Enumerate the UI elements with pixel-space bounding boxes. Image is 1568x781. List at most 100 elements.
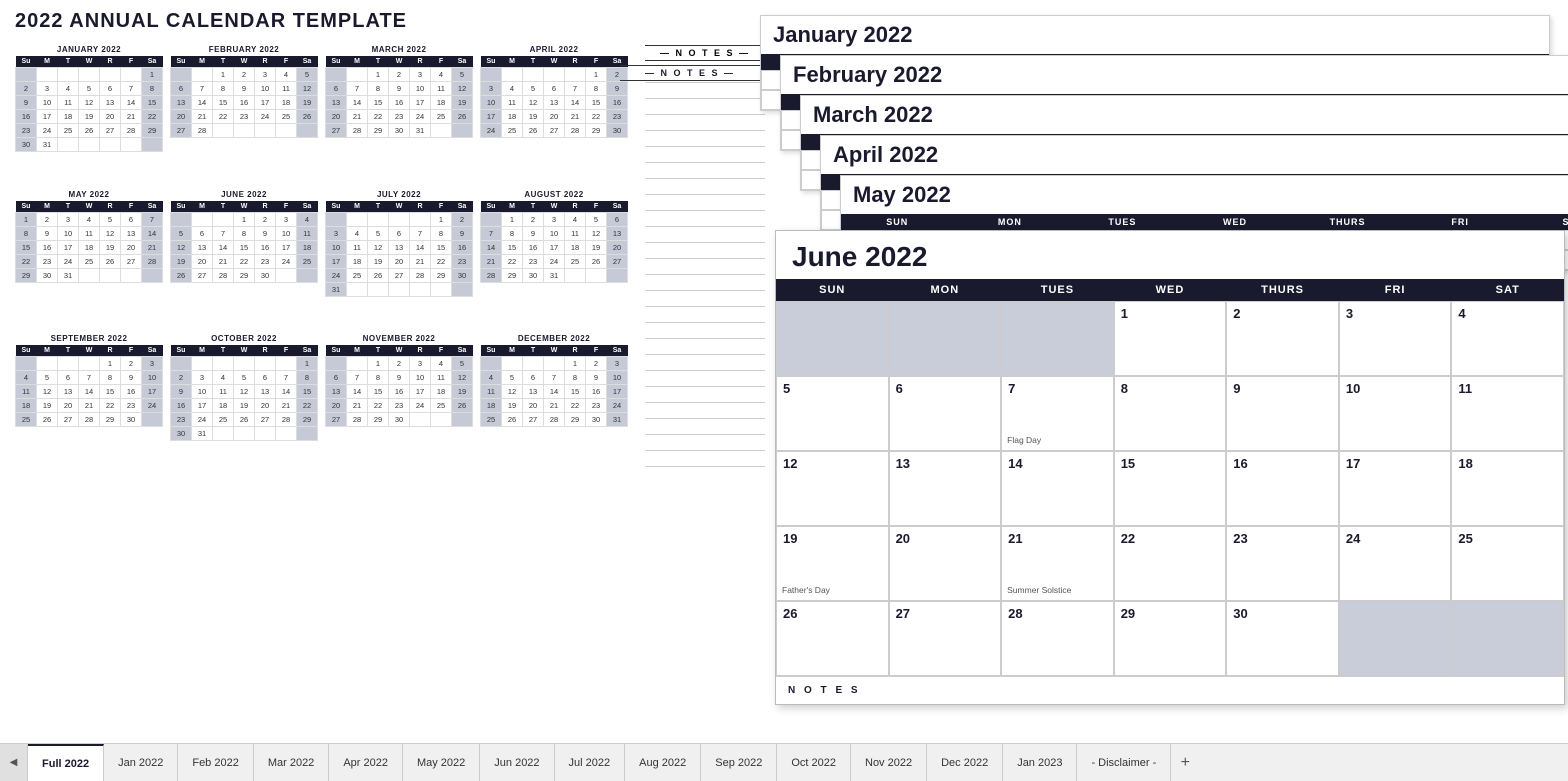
notes-line — [645, 115, 765, 131]
june-cell-number: 20 — [896, 531, 910, 546]
june-cell: 28 — [1001, 601, 1114, 676]
tab-apr-2022[interactable]: Apr 2022 — [329, 744, 403, 781]
mini-cal-cell: 28 — [142, 254, 163, 268]
mini-cal-cell: 19 — [79, 110, 100, 124]
mini-cal-cell: 5 — [37, 371, 58, 385]
tab-nav-left[interactable]: ◀ — [0, 744, 28, 781]
notes-line — [645, 307, 765, 323]
mini-cal-cell: 30 — [523, 268, 544, 282]
mini-cal-cell: 1 — [16, 212, 37, 226]
mini-cal-cell: 5 — [452, 68, 473, 82]
tab-may-2022[interactable]: May 2022 — [403, 744, 480, 781]
mini-cal-cell: 16 — [523, 240, 544, 254]
tab-jan-2023[interactable]: Jan 2023 — [1003, 744, 1077, 781]
mini-cal-cell: 25 — [502, 124, 523, 138]
mini-cal-cell: 25 — [276, 110, 297, 124]
tab-aug-2022[interactable]: Aug 2022 — [625, 744, 701, 781]
mini-cal-cell: 14 — [213, 240, 234, 254]
mini-cal-header: Su — [171, 201, 192, 213]
mini-cal-header: W — [79, 56, 100, 68]
mini-cal-cell: 25 — [565, 254, 586, 268]
tab-mar-2022[interactable]: Mar 2022 — [254, 744, 329, 781]
june-cell: 14 — [1001, 451, 1114, 526]
tab-jul-2022[interactable]: Jul 2022 — [555, 744, 626, 781]
mini-cal-cell — [121, 268, 142, 282]
mini-cal-cell: 11 — [502, 96, 523, 110]
june-cell: 26 — [776, 601, 889, 676]
notes-area: — N O T E S — — [635, 45, 765, 467]
mini-cal-cell: 3 — [255, 68, 276, 82]
mini-cal-cell: 11 — [58, 96, 79, 110]
tab-bar: ◀ Full 2022Jan 2022Feb 2022Mar 2022Apr 2… — [0, 743, 1568, 781]
mini-cal-cell — [142, 268, 163, 282]
mini-cal-cell: 1 — [565, 357, 586, 371]
mini-cal-cell — [297, 124, 318, 138]
mini-cal-cell: 5 — [79, 82, 100, 96]
mini-cal-cell: 22 — [368, 399, 389, 413]
tab-add-button[interactable]: + — [1171, 744, 1199, 781]
mini-cal-cell: 7 — [565, 82, 586, 96]
stacked-sheet-title: February 2022 — [781, 56, 1568, 94]
mini-cal-cell: 18 — [431, 385, 452, 399]
notes-line — [645, 403, 765, 419]
mini-cal-cell: 17 — [544, 240, 565, 254]
mini-cal-cell: 29 — [431, 268, 452, 282]
mini-cal-cell: 11 — [79, 226, 100, 240]
mini-cal-cell: 25 — [347, 268, 368, 282]
mini-cal-cell — [276, 124, 297, 138]
mini-cal-cell: 19 — [171, 254, 192, 268]
mini-cal-cell: 28 — [213, 268, 234, 282]
tab-dec-2022[interactable]: Dec 2022 — [927, 744, 1003, 781]
mini-cal-cell: 9 — [523, 226, 544, 240]
mini-cal-cell: 28 — [276, 413, 297, 427]
june-cell: 15 — [1114, 451, 1227, 526]
mini-cal-july-2022: JULY 2022SuMTWRFSa1234567891011121314151… — [325, 190, 473, 323]
tab-nov-2022[interactable]: Nov 2022 — [851, 744, 927, 781]
sheet-header-cell: THURS — [1291, 214, 1404, 230]
mini-cal-cell: 15 — [431, 240, 452, 254]
mini-cal-cell: 6 — [523, 371, 544, 385]
mini-cal-cell: 18 — [347, 254, 368, 268]
mini-cal-cell: 29 — [502, 268, 523, 282]
tab-jun-2022[interactable]: Jun 2022 — [480, 744, 554, 781]
mini-cal-cell: 19 — [297, 96, 318, 110]
mini-cal-cell: 29 — [368, 124, 389, 138]
mini-cal-header: R — [410, 345, 431, 357]
tab-oct-2022[interactable]: Oct 2022 — [777, 744, 851, 781]
mini-cal-cell: 1 — [100, 357, 121, 371]
mini-cal-header: Sa — [607, 201, 628, 213]
mini-cal-cell: 2 — [16, 82, 37, 96]
mini-cal-cell: 31 — [192, 427, 213, 441]
notes-line — [645, 99, 765, 115]
mini-cal-header: F — [121, 201, 142, 213]
tab-sep-2022[interactable]: Sep 2022 — [701, 744, 777, 781]
mini-cal-cell — [255, 357, 276, 371]
mini-cal-cell — [171, 357, 192, 371]
tab-feb-2022[interactable]: Feb 2022 — [178, 744, 253, 781]
notes-line — [645, 275, 765, 291]
mini-cal-november-2022: NOVEMBER 2022SuMTWRFSa123456789101112131… — [325, 334, 473, 467]
mini-cal-april-2022: APRIL 2022SuMTWRFSa123456789101112131415… — [480, 45, 628, 178]
mini-cal-cell: 3 — [410, 357, 431, 371]
tab-jan-2022[interactable]: Jan 2022 — [104, 744, 178, 781]
mini-cal-header: Su — [326, 345, 347, 357]
june-cell-number: 26 — [783, 606, 797, 621]
mini-cal-header: Sa — [297, 201, 318, 213]
mini-cal-cell: 27 — [389, 268, 410, 282]
mini-cal-cell: 26 — [234, 413, 255, 427]
mini-cal-cell: 12 — [586, 226, 607, 240]
mini-cal-cell: 11 — [213, 385, 234, 399]
mini-cal-cell: 21 — [276, 399, 297, 413]
mini-cal-cell: 28 — [121, 124, 142, 138]
june-cell-number: 3 — [1346, 306, 1353, 321]
mini-cal-cell: 7 — [410, 226, 431, 240]
mini-cal-cell: 23 — [389, 110, 410, 124]
mini-cal-cell: 13 — [100, 96, 121, 110]
mini-cal-cell: 18 — [16, 399, 37, 413]
tab---disclaimer--[interactable]: - Disclaimer - — [1077, 744, 1171, 781]
tab-full-2022[interactable]: Full 2022 — [28, 744, 104, 781]
mini-cal-cell: 6 — [326, 371, 347, 385]
mini-cal-cell: 25 — [16, 413, 37, 427]
mini-cal-cell: 15 — [297, 385, 318, 399]
mini-cal-header: T — [213, 345, 234, 357]
